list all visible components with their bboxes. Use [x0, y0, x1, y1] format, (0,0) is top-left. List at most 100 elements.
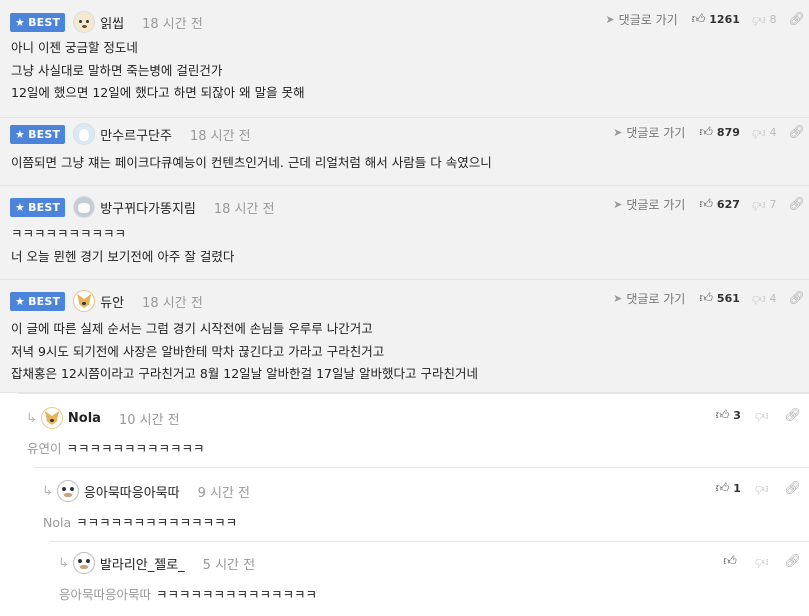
reply-header: ↳ 발라리안_젤로_ 5 시간 전: [58, 552, 255, 574]
timestamp: 18 시간 전: [213, 201, 275, 217]
username[interactable]: 듀안: [100, 292, 124, 311]
reply-divider: [18, 393, 809, 394]
star-icon: ★: [15, 127, 26, 141]
like-button[interactable]: 👍︎ 1261: [692, 12, 740, 27]
comment-body: 이쯤되면 그냥 쟤는 페이크다큐예능이 컨텐츠인거네. 근데 리얼처럼 해서 사…: [11, 155, 492, 170]
link-icon[interactable]: 🔗︎: [788, 197, 805, 212]
reply-divider: [50, 541, 809, 542]
send-arrow-icon: ➤: [613, 125, 623, 139]
best-badge: ★ BEST: [10, 124, 66, 144]
reply-actions: 👍︎ 👍︎ 🔗︎: [723, 552, 801, 570]
thumbs-up-icon: 👍︎: [691, 11, 706, 27]
thumbs-down-icon: 👍︎: [751, 124, 766, 140]
reply-header: ↳ Nola 10 시간 전: [26, 407, 180, 429]
timestamp: 18 시간 전: [189, 128, 251, 144]
best-badge: ★ BEST: [10, 291, 66, 311]
star-icon: ★: [15, 15, 26, 29]
dislike-count: 4: [769, 125, 777, 139]
username[interactable]: 만수르구단주: [100, 125, 172, 144]
star-icon: ★: [15, 294, 26, 308]
avatar[interactable]: [73, 290, 96, 312]
go-to-comment-link[interactable]: ➤ 댓글로 가기: [613, 196, 685, 213]
dislike-button[interactable]: 👍︎ 7: [752, 197, 777, 212]
thumbs-down-icon: 👍︎: [754, 553, 769, 569]
dislike-button[interactable]: 👍︎: [755, 481, 773, 496]
avatar[interactable]: [73, 11, 96, 33]
avatar[interactable]: [40, 407, 63, 429]
reply-body: 응아묵따응아묵따 ㅋㅋㅋㅋㅋㅋㅋㅋㅋㅋㅋㅋㅋㅋ: [59, 587, 318, 602]
send-arrow-icon: ➤: [613, 291, 623, 305]
thumbs-down-icon: 👍︎: [751, 196, 766, 212]
dislike-button[interactable]: 👍︎ 4: [752, 291, 777, 306]
mention[interactable]: 유연이: [27, 441, 62, 456]
avatar[interactable]: [73, 123, 96, 145]
avatar[interactable]: [56, 480, 79, 502]
username[interactable]: 방구뀌다가똥지림: [100, 198, 196, 217]
thumbs-up-icon: 👍︎: [699, 124, 713, 140]
avatar[interactable]: [73, 196, 96, 218]
avatar[interactable]: [72, 552, 95, 574]
timestamp: 9 시간 전: [197, 485, 251, 501]
star-icon: ★: [15, 200, 26, 214]
reply-header: ↳ 응아묵따응아묵따 9 시간 전: [42, 480, 250, 502]
like-button[interactable]: 👍︎ 561: [699, 291, 740, 306]
reply-body: Nola ㅋㅋㅋㅋㅋㅋㅋㅋㅋㅋㅋㅋㅋㅋ: [43, 515, 238, 530]
best-label: BEST: [28, 15, 61, 29]
dislike-button[interactable]: 👍︎ 8: [752, 12, 777, 27]
reply-arrow-icon: ↳: [42, 483, 53, 499]
timestamp: 10 시간 전: [118, 412, 180, 428]
mention[interactable]: Nola: [43, 515, 71, 530]
dislike-button[interactable]: 👍︎ 4: [752, 125, 777, 140]
mention[interactable]: 응아묵따응아묵따: [59, 587, 151, 602]
like-count: 627: [716, 197, 740, 211]
username[interactable]: 읽씹: [100, 13, 124, 32]
comment-actions: ➤ 댓글로 가기 👍︎ 561 👍︎ 4 🔗︎: [613, 289, 805, 307]
link-icon[interactable]: 🔗︎: [784, 408, 801, 423]
comment-header: ★ BEST 읽씹 18 시간 전: [10, 11, 203, 33]
comment-header: ★ BEST 방구뀌다가똥지림 18 시간 전: [10, 196, 275, 218]
reply-arrow-icon: ↳: [58, 555, 69, 571]
reply-body: 유연이 ㅋㅋㅋㅋㅋㅋㅋㅋㅋㅋㅋㅋ: [27, 441, 205, 456]
like-button[interactable]: 👍︎ 3: [716, 408, 741, 423]
dislike-count: 8: [769, 12, 777, 26]
dislike-button[interactable]: 👍︎: [755, 408, 773, 423]
reply-actions: 👍︎ 3 👍︎ 🔗︎: [716, 406, 801, 424]
comment-body: 이 글에 따른 실제 순서는 그럼 경기 시작전에 손님들 우루루 나간거고 저…: [11, 321, 478, 381]
go-to-comment-link[interactable]: ➤ 댓글로 가기: [605, 11, 677, 28]
timestamp: 18 시간 전: [142, 16, 203, 32]
link-icon[interactable]: 🔗︎: [784, 554, 801, 569]
like-button[interactable]: 👍︎ 1: [716, 481, 741, 496]
link-icon[interactable]: 🔗︎: [788, 125, 805, 140]
best-badge: ★ BEST: [10, 197, 66, 217]
link-icon[interactable]: 🔗︎: [788, 291, 805, 306]
link-icon[interactable]: 🔗︎: [784, 481, 801, 496]
comment-header: ★ BEST 만수르구단주 18 시간 전: [10, 123, 251, 145]
like-count: 1: [733, 481, 741, 495]
like-count: 561: [716, 291, 740, 305]
best-comment: ★ BEST 듀안 18 시간 전 ➤ 댓글로 가기 👍︎ 561 👍︎ 4 🔗︎ 이 …: [0, 280, 809, 393]
best-comment: ★ BEST 읽씹 18 시간 전 ➤ 댓글로 가기 👍︎ 1261 👍︎ 8 🔗︎ 아…: [0, 0, 809, 118]
thumbs-up-icon: 👍︎: [723, 553, 737, 569]
username[interactable]: Nola: [68, 411, 101, 426]
like-button[interactable]: 👍︎ 627: [699, 197, 740, 212]
username[interactable]: 응아묵따응아묵따: [84, 482, 180, 501]
best-badge: ★ BEST: [10, 12, 66, 32]
link-icon[interactable]: 🔗︎: [788, 12, 805, 27]
like-button[interactable]: 👍︎ 879: [699, 125, 740, 140]
comment-actions: ➤ 댓글로 가기 👍︎ 1261 👍︎ 8 🔗︎: [605, 10, 805, 28]
reply-actions: 👍︎ 1 👍︎ 🔗︎: [716, 479, 801, 497]
dislike-count: 4: [769, 291, 777, 305]
like-count: 879: [716, 125, 740, 139]
comment-header: ★ BEST 듀안 18 시간 전: [10, 290, 203, 312]
like-button[interactable]: 👍︎: [723, 554, 741, 569]
reply-arrow-icon: ↳: [26, 410, 37, 426]
thumbs-down-icon: 👍︎: [751, 290, 766, 306]
like-count: 1261: [709, 12, 740, 26]
timestamp: 18 시간 전: [142, 295, 203, 311]
go-to-comment-link[interactable]: ➤ 댓글로 가기: [613, 290, 685, 307]
username[interactable]: 발라리안_젤로_: [100, 554, 185, 573]
dislike-button[interactable]: 👍︎: [755, 554, 773, 569]
go-to-comment-link[interactable]: ➤ 댓글로 가기: [613, 124, 685, 141]
best-comment: ★ BEST 방구뀌다가똥지림 18 시간 전 ➤ 댓글로 가기 👍︎ 627 👍︎ 7…: [0, 186, 809, 280]
comment-actions: ➤ 댓글로 가기 👍︎ 879 👍︎ 4 🔗︎: [613, 123, 805, 141]
